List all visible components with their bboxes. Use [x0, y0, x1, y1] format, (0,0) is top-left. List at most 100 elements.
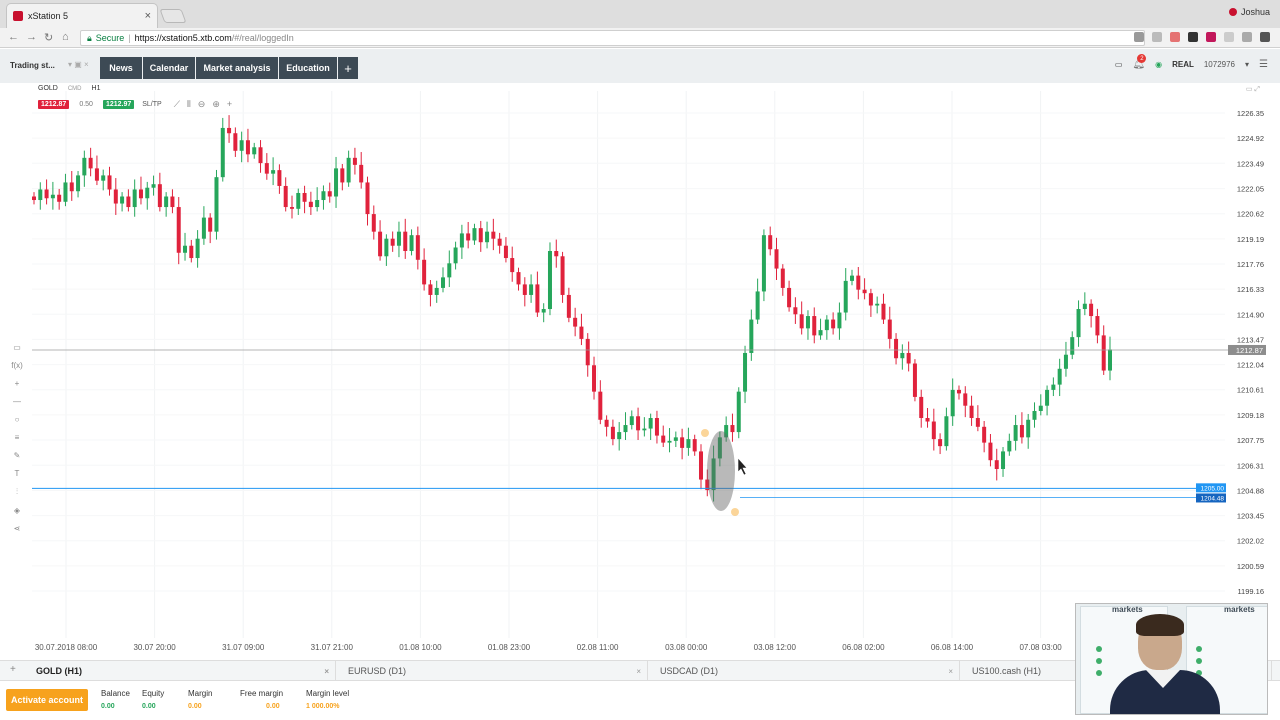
candle-bearish: [1095, 316, 1100, 336]
star-icon[interactable]: [1152, 32, 1162, 42]
candle-bullish: [673, 437, 678, 441]
tab-education[interactable]: Education: [279, 57, 337, 79]
candle-bullish: [843, 280, 848, 313]
chart-window-controls[interactable]: ▭ ⤢: [1246, 85, 1260, 94]
function-icon[interactable]: f(x): [11, 361, 23, 370]
line-chart-icon[interactable]: ⟋: [174, 99, 180, 110]
account-number[interactable]: 1072976: [1204, 60, 1235, 69]
layout-icon[interactable]: ▭: [1115, 60, 1123, 69]
indicator-icon[interactable]: ⫶: [16, 487, 18, 497]
tab-news[interactable]: News: [100, 57, 142, 79]
chevron-down-icon[interactable]: ▾: [1245, 60, 1249, 69]
text-icon[interactable]: T: [15, 469, 20, 478]
sell-button[interactable]: 1212.87: [38, 100, 70, 109]
reload-icon[interactable]: ↻: [44, 31, 53, 44]
margin-level-label: Margin level: [306, 689, 350, 698]
candle-bearish: [32, 196, 36, 201]
x-tick-label: 31.07 09:00: [222, 643, 265, 652]
chart-area[interactable]: 30.07.2018 08:00 30.07 20:00 31.07 09:00 31…: [0, 83, 1280, 660]
candle-bullish: [617, 432, 622, 440]
circle-tool-icon[interactable]: ○: [15, 415, 20, 424]
menu-icon[interactable]: ☰: [1259, 59, 1268, 70]
tab-close-icon[interactable]: ×: [145, 10, 151, 22]
candle-bearish: [919, 396, 924, 419]
candle-bearish: [982, 426, 987, 443]
close-icon[interactable]: ×: [948, 667, 953, 676]
workspace-selector[interactable]: Trading st...: [10, 61, 55, 70]
extension-icon[interactable]: [1170, 32, 1180, 42]
candle-bearish: [227, 127, 232, 134]
chart-timeframe[interactable]: H1: [92, 85, 101, 92]
chart-symbol[interactable]: GOLD: [38, 85, 58, 92]
line-tool-icon[interactable]: —: [13, 397, 21, 406]
extension-icon[interactable]: [1206, 32, 1216, 42]
candle-bullish: [1108, 349, 1112, 371]
candle-bearish: [573, 317, 578, 327]
window-icon[interactable]: ▭: [13, 343, 21, 352]
candle-bullish: [38, 189, 43, 201]
layers-icon[interactable]: ◈: [14, 506, 20, 515]
candle-bullish: [1045, 389, 1050, 406]
y-tick-label: 1199.16: [1237, 587, 1264, 596]
candle-bullish: [1001, 451, 1006, 469]
menu-icon[interactable]: [1260, 32, 1270, 42]
bell-icon[interactable]: 🔔︎ 2: [1132, 54, 1147, 70]
instrument-tab-gold[interactable]: GOLD (H1) ×: [24, 661, 336, 681]
candle-bearish: [327, 191, 332, 197]
forward-arrow-icon[interactable]: →: [26, 31, 37, 43]
add-instrument-button[interactable]: +: [10, 664, 16, 675]
fibonacci-icon[interactable]: ≡: [15, 433, 20, 442]
chart-toolbar: ⟋ ⫴ ⊖ ⊕ +: [174, 99, 232, 110]
tab-calendar[interactable]: Calendar: [143, 57, 195, 79]
tab-market-analysis[interactable]: Market analysis: [196, 57, 278, 79]
buy-button[interactable]: 1212.97: [102, 100, 135, 109]
margin-value: 0.00: [188, 703, 202, 710]
candles-icon[interactable]: ⫴: [187, 99, 191, 110]
add-tab-button[interactable]: +: [338, 57, 358, 79]
volume-input[interactable]: 0.50: [73, 101, 99, 108]
annotation-handle: [701, 429, 709, 437]
close-icon[interactable]: ×: [324, 667, 329, 676]
secure-label: Secure: [95, 33, 125, 43]
price-chart[interactable]: 30.07.2018 08:00 30.07 20:00 31.07 09:00 31…: [0, 83, 1280, 660]
extension-icon[interactable]: [1242, 32, 1252, 42]
candle-bullish: [441, 277, 446, 288]
crosshair-icon[interactable]: +: [227, 99, 232, 110]
candle-bullish: [396, 231, 401, 246]
candle-bearish: [378, 231, 383, 257]
close-icon[interactable]: ×: [636, 667, 641, 676]
back-arrow-icon[interactable]: ←: [8, 31, 19, 43]
new-tab-button[interactable]: [159, 9, 187, 23]
url-input[interactable]: 🔒︎ Secure | https://xstation5.xtb.com /#…: [80, 30, 1145, 46]
browser-tab[interactable]: xStation 5 ×: [6, 3, 158, 28]
candle-bullish: [447, 263, 452, 278]
candle-bullish: [434, 287, 439, 295]
y-tick-label: 1220.62: [1237, 210, 1264, 219]
candle-bearish: [906, 352, 911, 364]
y-tick-label: 1226.35: [1237, 109, 1264, 118]
home-icon[interactable]: ⌂: [62, 31, 69, 43]
zoom-out-icon[interactable]: ⊖: [198, 99, 206, 110]
browser-profile[interactable]: Joshua: [1228, 7, 1270, 17]
instrument-tab-eurusd[interactable]: EURUSD (D1) ×: [336, 661, 648, 681]
candle-bullish: [315, 200, 320, 208]
extension-icon[interactable]: [1188, 32, 1198, 42]
current-price-label: 1212.87: [1236, 346, 1263, 355]
extension-icon[interactable]: [1224, 32, 1234, 42]
x-tick-label: 02.08 11:00: [577, 643, 619, 652]
share-icon[interactable]: ⋖: [14, 524, 21, 533]
candle-bearish: [912, 363, 917, 397]
pen-icon[interactable]: ✎: [14, 451, 21, 460]
candle-bearish: [925, 418, 930, 422]
key-icon[interactable]: [1134, 32, 1144, 42]
candle-bearish: [1101, 335, 1106, 371]
workspace-icons[interactable]: ▾ ▣ ×: [68, 60, 89, 69]
candle-bearish: [560, 256, 565, 295]
sltp-button[interactable]: SL/TP: [142, 101, 161, 108]
crosshair-icon[interactable]: +: [15, 379, 20, 388]
check-icon: [1196, 646, 1202, 652]
account-type: REAL: [1172, 60, 1194, 69]
instrument-tab-usdcad[interactable]: USDCAD (D1) ×: [648, 661, 960, 681]
zoom-in-icon[interactable]: ⊕: [212, 99, 220, 110]
activate-account-button[interactable]: Activate account: [6, 689, 88, 711]
